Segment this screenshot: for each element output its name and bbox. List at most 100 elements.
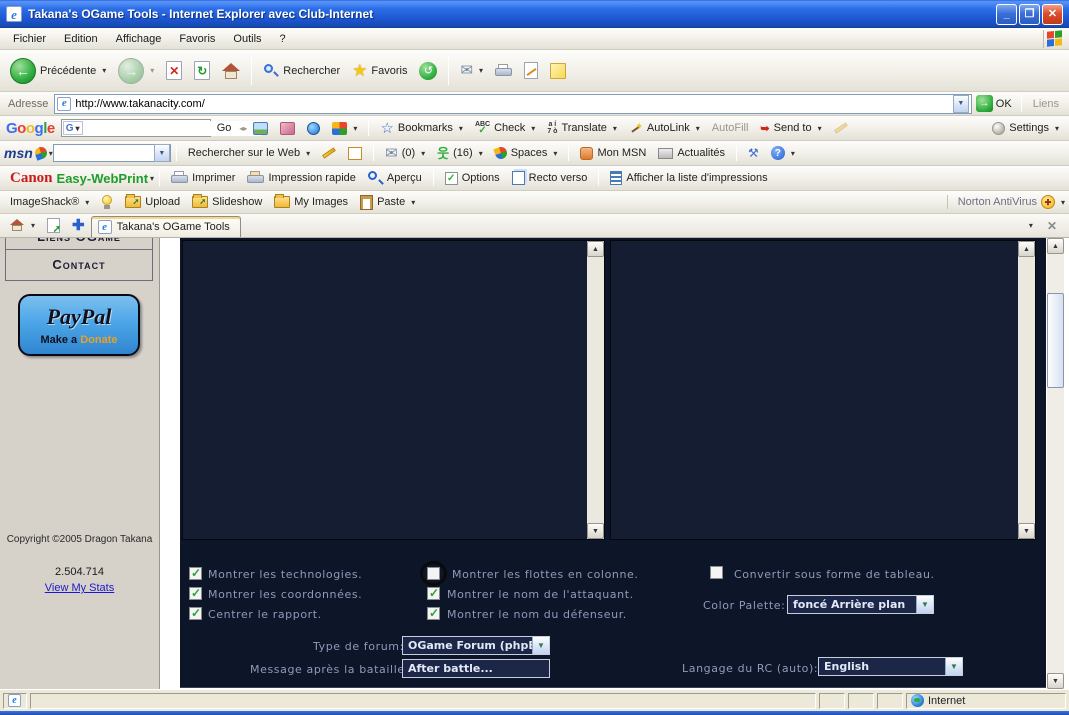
autolink-button[interactable]: ✦AutoLink▾	[623, 118, 706, 138]
scroll-down-icon[interactable]: ▼	[587, 523, 604, 539]
spaces-button[interactable]: Spaces▾	[489, 144, 564, 162]
menu-aide[interactable]: ?	[271, 30, 295, 48]
minimize-button[interactable]: _	[996, 4, 1017, 25]
menu-affichage[interactable]: Affichage	[107, 30, 171, 48]
paypal-donate-button[interactable]: PayPal Make a Donate	[18, 294, 140, 356]
msn-websearch-button[interactable]: Rechercher sur le Web▾	[182, 144, 316, 162]
menu-fichier[interactable]: Fichier	[4, 30, 55, 48]
paste-button[interactable]: Paste▾	[354, 192, 421, 213]
go-button[interactable]: → OK	[976, 95, 1012, 112]
color-palette-select[interactable]: foncé Arrière plan ▼	[787, 595, 934, 614]
print-list-button[interactable]: Afficher la liste d'impressions	[604, 168, 773, 188]
menu-edition[interactable]: Edition	[55, 30, 107, 48]
mail-caret-icon[interactable]: ▾	[479, 66, 483, 75]
translate-button[interactable]: a í7 òTranslate▾	[541, 118, 623, 138]
spellcheck-button[interactable]: ABC✓Check▾	[469, 118, 541, 139]
google-settings-button[interactable]: Settings▾	[986, 119, 1065, 138]
norton-antivirus-area[interactable]: Norton AntiVirus ✚ ▾	[947, 195, 1065, 209]
color-palette-dropdown-icon[interactable]: ▼	[916, 596, 933, 613]
msn-tools-button[interactable]: ⚒	[742, 143, 765, 163]
refresh-button[interactable]: ↻	[188, 58, 216, 83]
checkbox-nom-defenseur[interactable]: ✓	[427, 607, 440, 620]
pane1-scrollbar[interactable]: ▲ ▼	[587, 241, 604, 539]
news-button[interactable]: Actualités	[652, 144, 731, 162]
links-button[interactable]: Liens	[1027, 95, 1065, 113]
msn-search-box[interactable]: ▼	[53, 144, 171, 162]
window-scroll-down-icon[interactable]: ▼	[1047, 673, 1064, 689]
language-select[interactable]: English ▼	[818, 657, 963, 676]
history-button[interactable]: ↺	[413, 59, 443, 83]
google-g-icon[interactable]: G ▾	[63, 121, 83, 135]
search-button[interactable]: Rechercher	[257, 60, 346, 82]
options-button[interactable]: ✓Options	[439, 169, 506, 188]
msn-help-button[interactable]: ?▾	[765, 143, 801, 163]
collapse-handle-icon[interactable]: ◂▸	[239, 124, 247, 133]
window-scroll-up-icon[interactable]: ▲	[1047, 238, 1064, 254]
google-gallery-button[interactable]	[274, 119, 301, 138]
msn-logo[interactable]: msn	[4, 145, 33, 161]
easy-webprint-menu[interactable]: Easy-WebPrint	[57, 171, 149, 186]
msn-search-input[interactable]	[54, 146, 154, 161]
pane2-scrollbar[interactable]: ▲ ▼	[1018, 241, 1035, 539]
converted-report-textarea[interactable]: ▲ ▼	[610, 240, 1036, 540]
raw-report-textarea[interactable]: ▲ ▼	[182, 240, 605, 540]
favorites-button[interactable]: ★ Favoris	[346, 59, 413, 82]
language-dropdown-icon[interactable]: ▼	[945, 658, 962, 675]
quick-home-caret-icon[interactable]: ▾	[31, 221, 35, 230]
google-go-button[interactable]: Go	[211, 119, 238, 137]
view-my-stats-link[interactable]: View My Stats	[45, 582, 115, 594]
upload-button[interactable]: ➚Upload	[119, 193, 186, 211]
norton-caret-icon[interactable]: ▾	[1061, 198, 1065, 207]
canon-caret-icon[interactable]: ▾	[150, 174, 154, 183]
google-picasa-button[interactable]: ▾	[326, 119, 363, 138]
paste-caret-icon[interactable]: ▾	[411, 198, 415, 207]
quick-print-button[interactable]: Impression rapide	[241, 168, 361, 188]
google-photos-button[interactable]	[247, 119, 274, 138]
highlighter-button[interactable]	[316, 148, 342, 158]
tab-close-icon[interactable]: ✕	[1047, 219, 1057, 233]
sidebar-item-liens-ogame[interactable]: Liens OGame	[6, 238, 152, 249]
preview-button[interactable]: Aperçu	[362, 168, 428, 189]
slideshow-button[interactable]: ➚Slideshow	[186, 193, 268, 211]
checkbox-coordonnees[interactable]: ✓	[189, 587, 202, 600]
google-earth-button[interactable]	[301, 119, 326, 138]
mail-button[interactable]: ✉ ▾	[454, 60, 489, 81]
address-dropdown-icon[interactable]: ▼	[953, 95, 969, 113]
my-msn-button[interactable]: Mon MSN	[574, 144, 652, 163]
active-tab[interactable]: e Takana's OGame Tools	[91, 216, 241, 237]
edit-button[interactable]	[518, 59, 544, 82]
form-fill-button[interactable]	[342, 144, 368, 163]
forum-type-select[interactable]: OGame Forum (phpBB) ▼	[402, 636, 550, 655]
canon-print-button[interactable]: Imprimer	[165, 168, 241, 188]
imageshack-menu[interactable]: ImageShack®▾	[4, 193, 95, 211]
google-search-box[interactable]: G ▾	[61, 119, 211, 137]
forward-button[interactable]: → ▾	[112, 55, 160, 87]
messenger-button[interactable]: 웃(16)▾	[431, 144, 489, 163]
scroll-down-icon[interactable]: ▼	[1018, 523, 1035, 539]
scroll-up-icon[interactable]: ▲	[1018, 241, 1035, 257]
print-button[interactable]	[489, 61, 518, 81]
after-battle-input[interactable]: After battle...	[402, 659, 550, 678]
maximize-button[interactable]: ❐	[1019, 4, 1040, 25]
window-scrollbar[interactable]: ▲ ▼	[1047, 238, 1064, 689]
tab-list-caret-icon[interactable]: ▾	[1029, 221, 1033, 230]
scroll-up-icon[interactable]: ▲	[587, 241, 604, 257]
msn-search-dropdown-icon[interactable]: ▼	[154, 144, 170, 162]
checkbox-convertir-tableau[interactable]: ✓	[710, 566, 723, 579]
checkbox-flottes-colonne[interactable]: ✓	[427, 567, 440, 580]
open-window-button[interactable]	[41, 215, 66, 236]
new-tab-button[interactable]: ✚	[66, 215, 91, 236]
window-scroll-thumb[interactable]	[1047, 293, 1064, 388]
address-input[interactable]	[75, 98, 952, 110]
my-images-button[interactable]: My Images	[268, 193, 354, 211]
checkbox-nom-attaquant[interactable]: ✓	[427, 587, 440, 600]
menu-outils[interactable]: Outils	[224, 30, 270, 48]
close-button[interactable]: ✕	[1042, 4, 1063, 25]
hotmail-button[interactable]: ✉(0)▾	[379, 143, 431, 164]
back-button[interactable]: ← Précédente ▾	[4, 55, 112, 87]
sidebar-item-contact[interactable]: Contact	[6, 249, 152, 280]
tip-button[interactable]	[95, 192, 119, 213]
stop-button[interactable]: ✕	[160, 58, 188, 83]
duplex-button[interactable]: Recto verso	[506, 168, 594, 188]
checkbox-centrer[interactable]: ✓	[189, 607, 202, 620]
